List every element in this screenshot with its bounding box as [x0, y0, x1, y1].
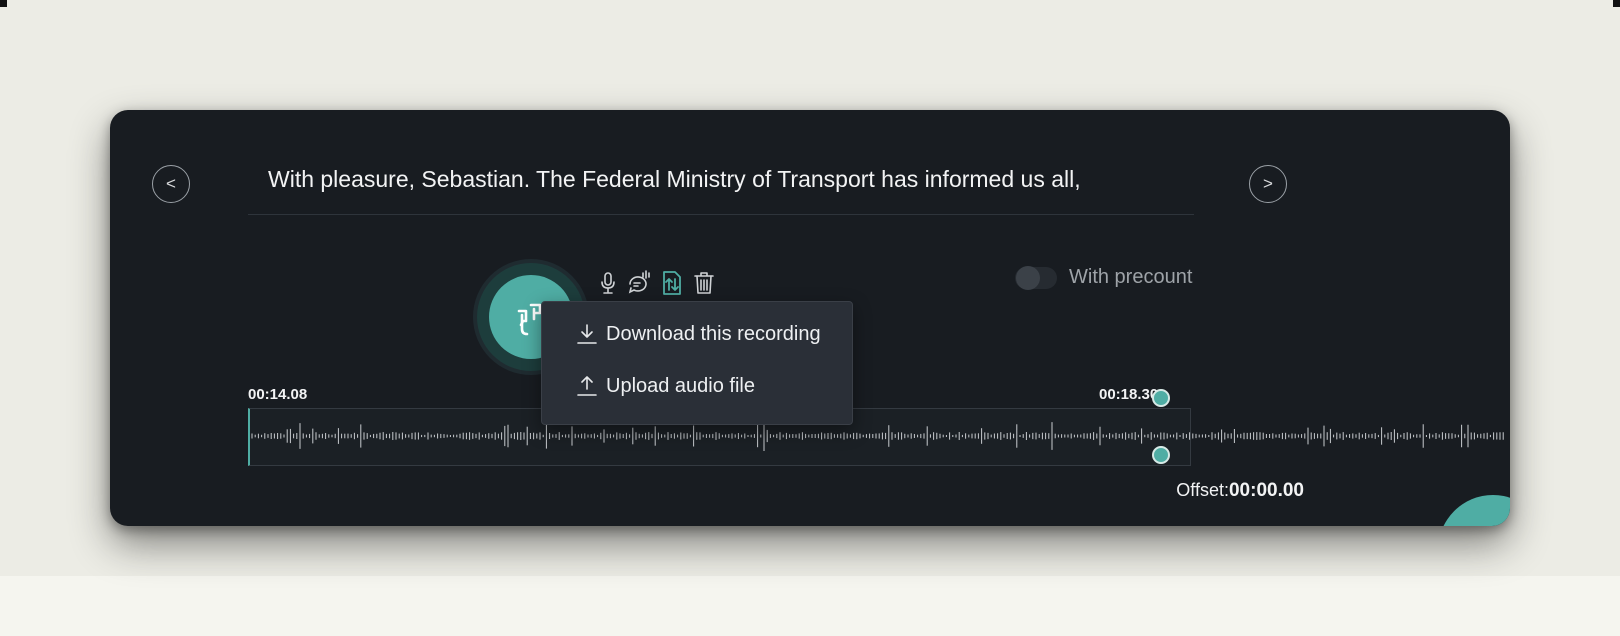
offset-value: 00:00.00 [1228, 480, 1304, 501]
selection-end-time: 00:18.30 [1099, 386, 1159, 403]
sentence-text: With pleasure, Sebastian. The Federal Mi… [268, 166, 1081, 192]
precount-label: With precount [1069, 266, 1193, 288]
download-recording-label: Download this recording [606, 322, 821, 345]
trash-icon[interactable] [691, 270, 717, 296]
corner-mark [0, 0, 7, 7]
selection-start-time: 00:14.08 [248, 386, 308, 403]
page-footer-band [0, 576, 1620, 636]
selection-handle-bottom[interactable] [1152, 446, 1170, 464]
precount-switch[interactable] [1015, 265, 1057, 290]
upload-audio-item[interactable]: Upload audio file [576, 374, 755, 398]
previous-sentence-button[interactable]: < [152, 165, 190, 203]
waveform[interactable] [248, 408, 1510, 466]
upload-icon [576, 374, 598, 398]
recording-panel: < > With pleasure, Sebastian. The Federa… [110, 110, 1510, 526]
corner-mark [1613, 0, 1620, 7]
floating-action-button[interactable] [1438, 495, 1510, 526]
offset-label: Offset: [1176, 480, 1229, 500]
offset-readout: Offset:00:00.00 [1110, 480, 1304, 502]
selection-handle-top[interactable] [1152, 389, 1170, 407]
recording-options-menu: Download this recording Upload audio fil… [541, 301, 853, 425]
download-icon [576, 322, 598, 346]
download-recording-item[interactable]: Download this recording [576, 322, 821, 346]
next-sentence-button[interactable]: > [1249, 165, 1287, 203]
microphone-icon[interactable] [595, 270, 621, 296]
sentence-divider [248, 214, 1194, 215]
speech-bubble-icon[interactable] [626, 270, 652, 296]
precount-switch-knob [1016, 265, 1040, 290]
import-export-icon[interactable] [659, 270, 685, 296]
precount-toggle[interactable]: With precount [1015, 265, 1193, 290]
upload-audio-label: Upload audio file [606, 374, 755, 397]
